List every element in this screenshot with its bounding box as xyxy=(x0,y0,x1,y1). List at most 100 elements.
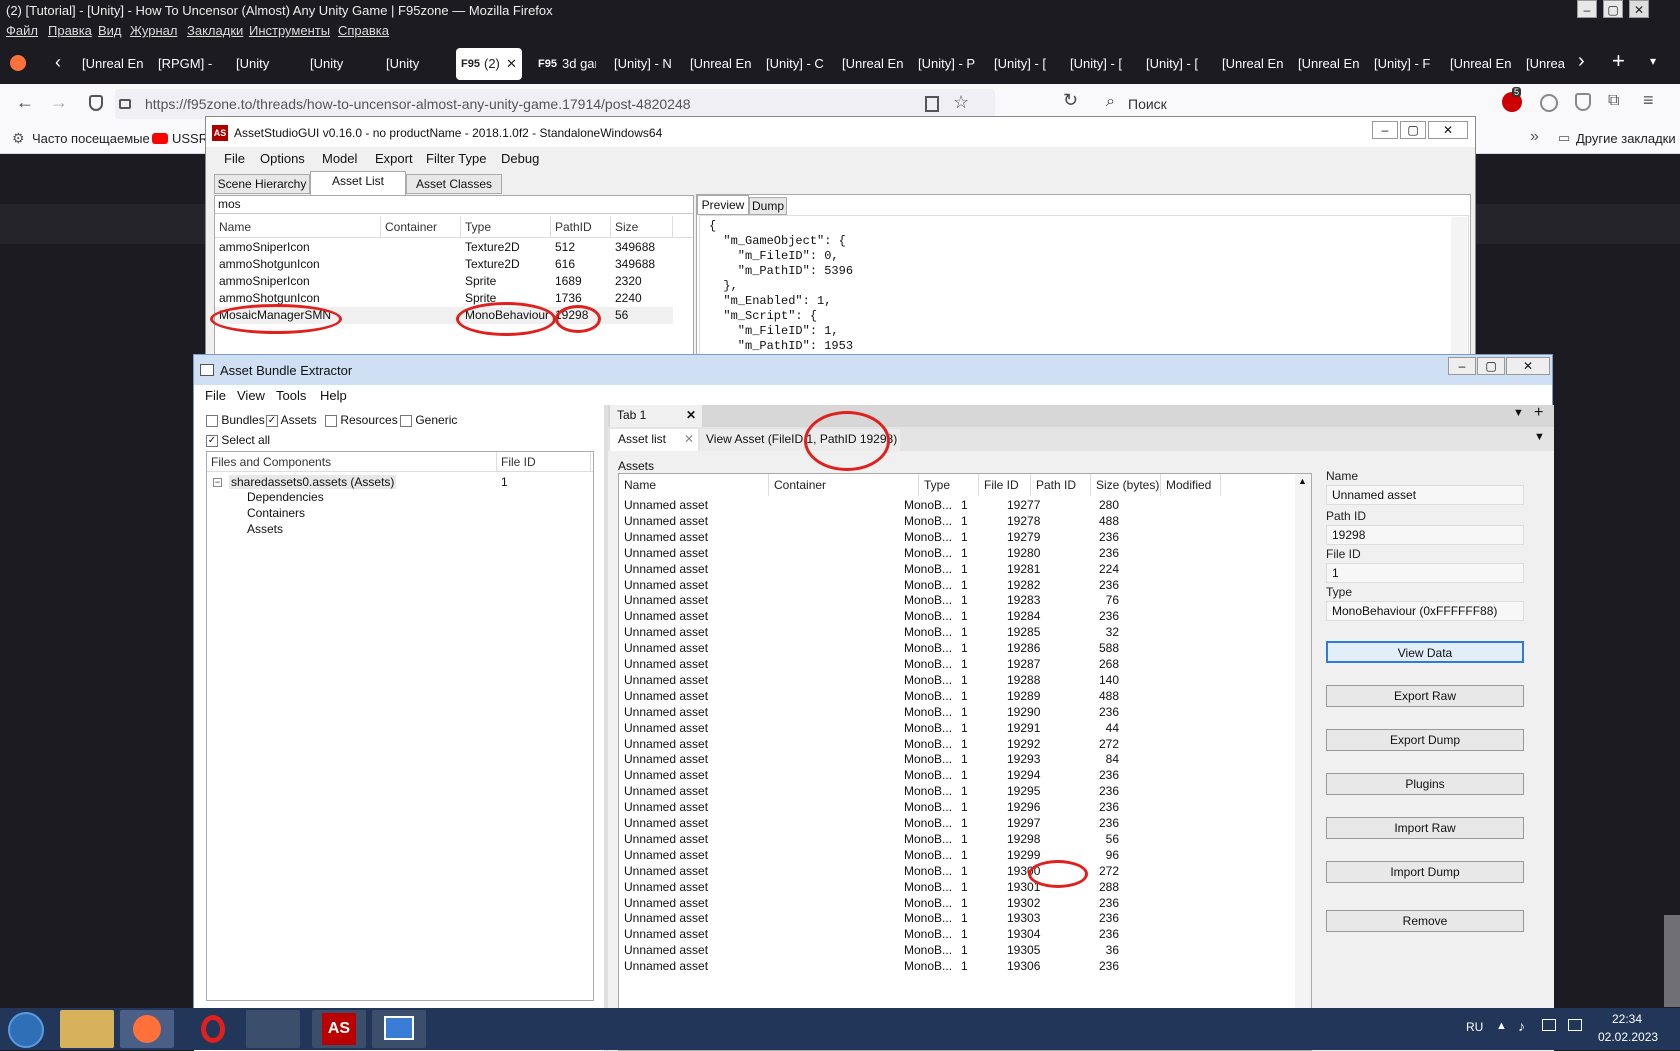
minimize-button[interactable]: – xyxy=(1577,0,1597,18)
export-dump-button[interactable]: Export Dump xyxy=(1326,729,1524,751)
url-bar[interactable]: https://f95zone.to/threads/how-to-uncens… xyxy=(89,89,995,119)
table-row[interactable]: Unnamed asset MonoB... 1 19294 236 xyxy=(619,767,1295,784)
reload-icon[interactable]: ↻ xyxy=(1063,90,1078,111)
checkbox-checked[interactable]: ✓ xyxy=(266,414,278,427)
table-row[interactable]: Unnamed asset MonoB... 1 19289 488 xyxy=(619,688,1295,705)
table-row[interactable]: Unnamed asset MonoB... 1 19299 96 xyxy=(619,847,1295,864)
vpn-icon[interactable] xyxy=(1540,94,1558,112)
tab-asset-list[interactable]: Asset list ✕ xyxy=(610,429,698,451)
menu-history[interactable]: Журнал xyxy=(130,23,177,38)
maximize-button[interactable]: ▢ xyxy=(1400,121,1426,139)
tab-item[interactable]: [Unreal En xyxy=(76,48,144,80)
table-row[interactable]: Unnamed asset MonoB... 1 19286 588 xyxy=(619,640,1295,657)
col-pathid[interactable]: Path ID xyxy=(1031,474,1091,496)
menu-help[interactable]: Help xyxy=(320,388,347,403)
table-row[interactable]: Unnamed asset MonoB... 1 19279 236 xyxy=(619,529,1295,546)
menu-help[interactable]: Справка xyxy=(338,23,389,38)
table-row[interactable]: Unnamed asset MonoB... 1 19290 236 xyxy=(619,704,1295,721)
clock-time[interactable]: 22:34 xyxy=(1612,1012,1642,1026)
chevron-down-icon[interactable]: ▼ xyxy=(1534,431,1545,443)
col-files[interactable]: Files and Components xyxy=(207,452,497,472)
tab-preview[interactable]: Preview xyxy=(697,195,749,215)
tab-item[interactable]: [RPGM] - xyxy=(152,48,220,80)
tab-item[interactable]: [Unity] - N xyxy=(608,48,676,80)
select-all[interactable]: ✓ Select all xyxy=(206,433,270,447)
menu-filter-type[interactable]: Filter Type xyxy=(426,151,486,166)
tray-expand-icon[interactable]: ▲ xyxy=(1496,1020,1507,1032)
close-tab-icon[interactable]: ✕ xyxy=(686,405,696,425)
menu-icon[interactable]: ≡ xyxy=(1643,90,1654,111)
bookmark-star-icon[interactable]: ☆ xyxy=(953,92,969,113)
search-box[interactable]: ⌕ Поиск xyxy=(1100,89,1350,119)
col-type[interactable]: Type xyxy=(919,474,979,496)
file-explorer-icon[interactable] xyxy=(60,1010,114,1048)
tab-asset-list[interactable]: Asset List xyxy=(310,171,406,195)
col-modified[interactable]: Modified xyxy=(1161,474,1221,496)
preview-scrollbar[interactable] xyxy=(1451,217,1467,367)
col-name[interactable]: Name xyxy=(619,474,769,496)
remove-button[interactable]: Remove xyxy=(1326,910,1524,932)
table-row[interactable]: Unnamed asset MonoB... 1 19304 236 xyxy=(619,926,1295,943)
bookmark-other[interactable]: Другие закладки xyxy=(1576,131,1676,146)
close-tab-icon[interactable]: ✕ xyxy=(506,48,517,80)
filter-assets[interactable]: ✓ Assets xyxy=(266,413,317,427)
clock-date[interactable]: 02.02.2023 xyxy=(1598,1030,1658,1044)
menu-options[interactable]: Options xyxy=(260,151,305,166)
new-tab-icon[interactable]: + xyxy=(1612,48,1625,74)
menu-view[interactable]: Вид xyxy=(98,23,122,38)
tree-dependencies[interactable]: Dependencies xyxy=(247,490,324,504)
tab-item[interactable]: [Unity] - P xyxy=(912,48,980,80)
table-row[interactable]: Unnamed asset MonoB... 1 19285 32 xyxy=(619,624,1295,641)
tab-item[interactable]: [Unrea xyxy=(1520,48,1576,80)
export-raw-button[interactable]: Export Raw xyxy=(1326,685,1524,707)
menu-debug[interactable]: Debug xyxy=(501,151,539,166)
assetstudio-taskbar-icon[interactable]: AS xyxy=(312,1010,366,1048)
menu-file[interactable]: File xyxy=(224,151,245,166)
abe-taskbar-icon[interactable] xyxy=(372,1010,426,1048)
task-manager-icon[interactable] xyxy=(246,1010,300,1048)
fileid-field[interactable]: 1 xyxy=(1326,563,1524,583)
firefox-view-icon[interactable] xyxy=(10,55,26,71)
privacy-icon[interactable] xyxy=(1575,93,1591,111)
menu-view[interactable]: View xyxy=(237,388,265,403)
col-container[interactable]: Container xyxy=(769,474,919,496)
menu-export[interactable]: Export xyxy=(375,151,413,166)
table-row[interactable]: Unnamed asset MonoB... 1 19284 236 xyxy=(619,608,1295,625)
maximize-button[interactable]: ▢ xyxy=(1477,357,1505,375)
menu-file[interactable]: Файл xyxy=(6,23,38,38)
forward-icon[interactable]: → xyxy=(50,92,68,113)
minimize-button[interactable]: – xyxy=(1372,121,1398,139)
table-row[interactable]: Unnamed asset MonoB... 1 19306 236 xyxy=(619,958,1295,975)
tree-root[interactable]: sharedassets0.assets (Assets) xyxy=(229,475,397,489)
filter-bundles[interactable]: Bundles xyxy=(206,413,265,427)
close-button[interactable]: ✕ xyxy=(1428,121,1468,139)
checkbox[interactable] xyxy=(206,414,218,427)
tab-dump[interactable]: Dump xyxy=(749,197,787,215)
tab-scroll-left-icon[interactable]: ‹ xyxy=(55,52,61,73)
tab-item[interactable]: [Unity xyxy=(380,48,446,80)
menu-tools[interactable]: Инструменты xyxy=(249,23,330,38)
type-field[interactable]: MonoBehaviour (0xFFFFFF88) xyxy=(1326,601,1524,621)
chevron-right-icon[interactable]: » xyxy=(1530,128,1539,146)
tree-containers[interactable]: Containers xyxy=(247,506,305,520)
pathid-field[interactable]: 19298 xyxy=(1326,525,1524,545)
filter-input[interactable]: mos xyxy=(215,196,693,214)
bookmark-most-visited[interactable]: Часто посещаемые xyxy=(32,131,150,146)
page-scrollbar-thumb[interactable] xyxy=(1664,915,1680,1007)
volume-icon[interactable]: ♪ xyxy=(1518,1018,1525,1034)
table-row[interactable]: Unnamed asset MonoB... 1 19300 272 xyxy=(619,863,1295,880)
collapse-icon[interactable]: − xyxy=(213,478,222,487)
tab-item[interactable]: [Unreal En xyxy=(1216,48,1284,80)
tab-item[interactable]: [Unity] - C xyxy=(760,48,828,80)
add-tab-icon[interactable]: + xyxy=(1534,404,1543,422)
table-row[interactable]: ammoSniperIcon Sprite 1689 2320 xyxy=(215,273,673,290)
tab-1[interactable]: Tab 1 ✕ xyxy=(610,405,702,427)
table-row[interactable]: Unnamed asset MonoB... 1 19301 288 xyxy=(619,879,1295,896)
import-raw-button[interactable]: Import Raw xyxy=(1326,817,1524,839)
col-size[interactable]: Size (bytes) xyxy=(1091,474,1161,496)
close-button[interactable]: ✕ xyxy=(1629,0,1649,18)
table-row[interactable]: Unnamed asset MonoB... 1 19280 236 xyxy=(619,545,1295,562)
tab-item[interactable]: [Unity xyxy=(304,48,368,80)
table-row[interactable]: ammoShotgunIcon Texture2D 616 349688 xyxy=(215,256,673,273)
opera-taskbar-icon[interactable] xyxy=(186,1010,240,1048)
